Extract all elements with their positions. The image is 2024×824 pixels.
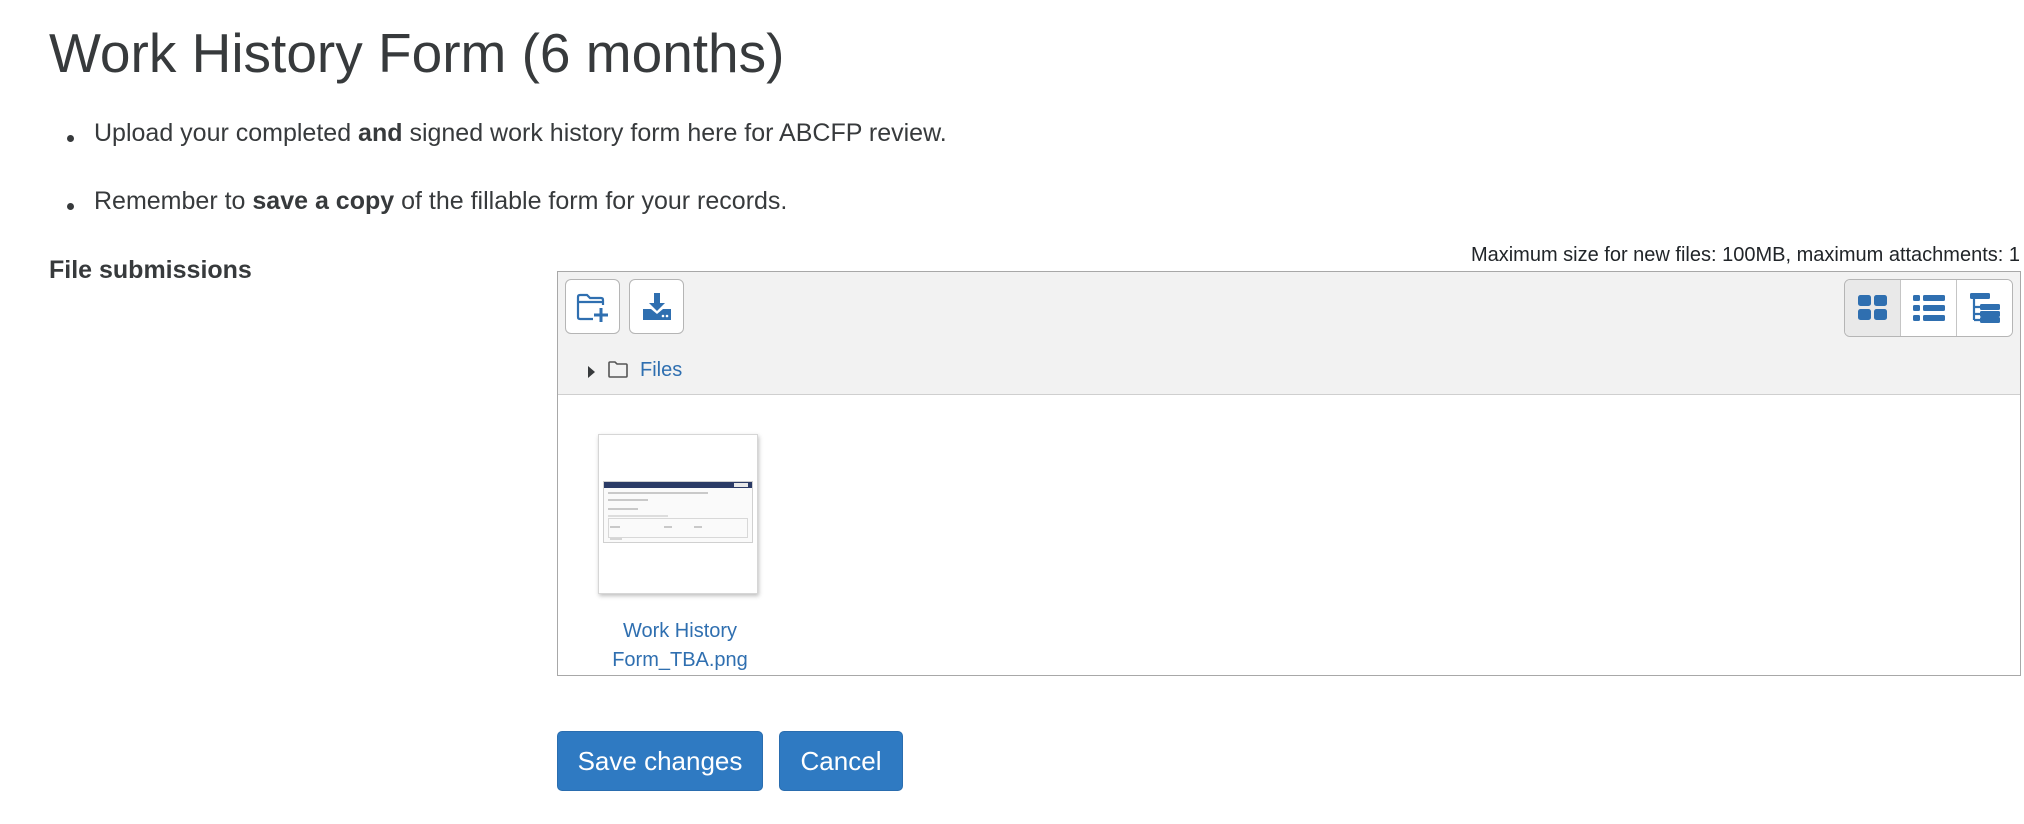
file-submissions-label: File submissions xyxy=(49,256,252,284)
list-view-button[interactable] xyxy=(1900,280,1956,336)
file-manager-toolbar xyxy=(558,272,2020,347)
file-manager: Files Work History Form_TBA.png xyxy=(557,271,2021,676)
assignment-page: Work History Form (6 months) Upload your… xyxy=(0,0,2024,824)
tree-view-icon xyxy=(1969,293,2000,323)
view-switcher xyxy=(1844,279,2013,337)
cancel-button[interactable]: Cancel xyxy=(779,731,903,791)
file-limits-text: Maximum size for new files: 100MB, maxim… xyxy=(1470,244,2020,266)
instruction-item: Remember to save a copy of the fillable … xyxy=(49,172,947,240)
tree-view-button[interactable] xyxy=(1956,280,2012,336)
add-file-button[interactable] xyxy=(565,279,620,334)
instruction-text: Remember to xyxy=(94,187,253,215)
folder-plus-icon xyxy=(576,293,608,322)
grid-view-button[interactable] xyxy=(1845,280,1900,336)
instruction-emphasis: and xyxy=(358,119,403,147)
grid-view-icon xyxy=(1857,295,1887,320)
instructions-list: Upload your completed and signed work hi… xyxy=(49,104,947,240)
download-icon xyxy=(642,292,671,320)
caret-right-icon[interactable] xyxy=(588,366,595,378)
instruction-item: Upload your completed and signed work hi… xyxy=(49,104,947,172)
list-view-icon xyxy=(1912,295,1945,321)
image-preview xyxy=(603,481,753,543)
file-name-label[interactable]: Work History Form_TBA.png xyxy=(585,617,775,675)
download-all-button[interactable] xyxy=(629,279,684,334)
save-changes-button[interactable]: Save changes xyxy=(557,731,763,791)
page-title: Work History Form (6 months) xyxy=(49,22,785,84)
folder-icon xyxy=(608,361,628,378)
file-thumbnail xyxy=(598,434,758,594)
files-path-link[interactable]: Files xyxy=(640,358,682,382)
file-path-bar: Files xyxy=(558,346,2020,395)
instruction-text: signed work history form here for ABCFP … xyxy=(402,119,947,147)
instruction-text: Upload your completed xyxy=(94,119,359,147)
instruction-text: of the fillable form for your records. xyxy=(394,187,788,215)
instruction-emphasis: save a copy xyxy=(252,187,395,215)
